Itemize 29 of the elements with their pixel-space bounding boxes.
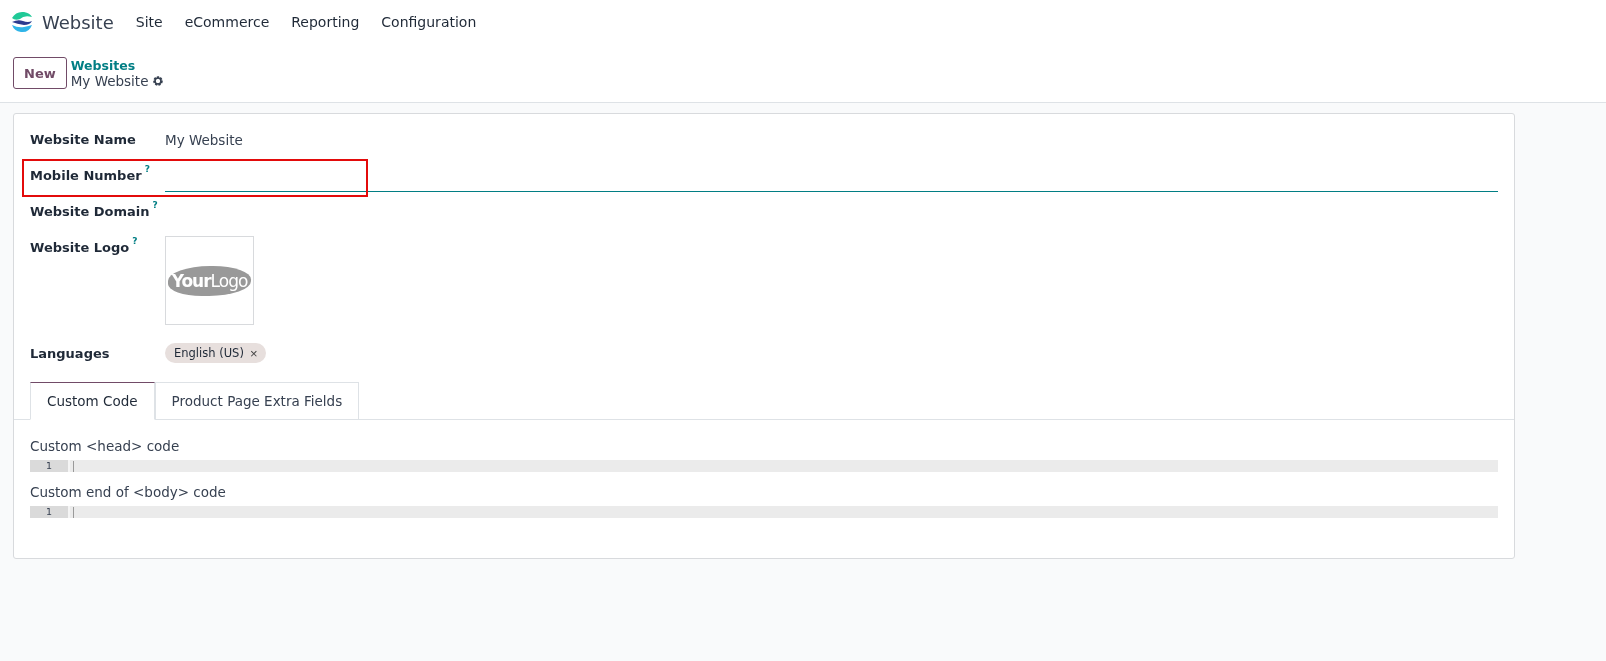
settings-icon[interactable] bbox=[152, 74, 165, 87]
field-label: Website Domain bbox=[30, 203, 150, 219]
code-field-label: Custom <head> code bbox=[30, 438, 181, 454]
line-number: 1 bbox=[30, 506, 70, 518]
form-tab[interactable]: Custom Code bbox=[30, 382, 155, 420]
menu-item[interactable]: Site bbox=[135, 14, 163, 30]
help-tooltip-mark[interactable]: ? bbox=[144, 164, 150, 174]
new-button[interactable]: New bbox=[13, 57, 67, 89]
record-title: My Website bbox=[70, 72, 149, 89]
help-tooltip-mark[interactable]: ? bbox=[132, 236, 138, 246]
language-tag: English (US) × bbox=[165, 343, 267, 363]
field-label: Website Name bbox=[30, 131, 136, 147]
code-field-label: Custom end of <body> code bbox=[30, 484, 227, 500]
app-name[interactable]: Website bbox=[42, 11, 114, 33]
field-label: Website Logo bbox=[30, 239, 130, 255]
code-editor[interactable]: 1 bbox=[30, 506, 1498, 518]
form-tab[interactable]: Product Page Extra Fields bbox=[154, 382, 360, 420]
menu-item[interactable]: Reporting bbox=[291, 14, 360, 30]
menu-item[interactable]: Configuration bbox=[381, 14, 477, 30]
breadcrumb-link[interactable]: Websites bbox=[70, 57, 165, 73]
field-value: My Website bbox=[165, 131, 244, 148]
help-tooltip-mark[interactable]: ? bbox=[152, 200, 158, 210]
app-logo-icon[interactable] bbox=[10, 10, 34, 34]
field-label: Mobile Number bbox=[30, 167, 142, 183]
menu-item[interactable]: eCommerce bbox=[184, 14, 270, 30]
code-editor[interactable]: 1 bbox=[30, 460, 1498, 472]
field-label: Languages bbox=[30, 345, 110, 361]
logo-image: YourLogo bbox=[167, 265, 252, 296]
line-number: 1 bbox=[30, 460, 70, 472]
